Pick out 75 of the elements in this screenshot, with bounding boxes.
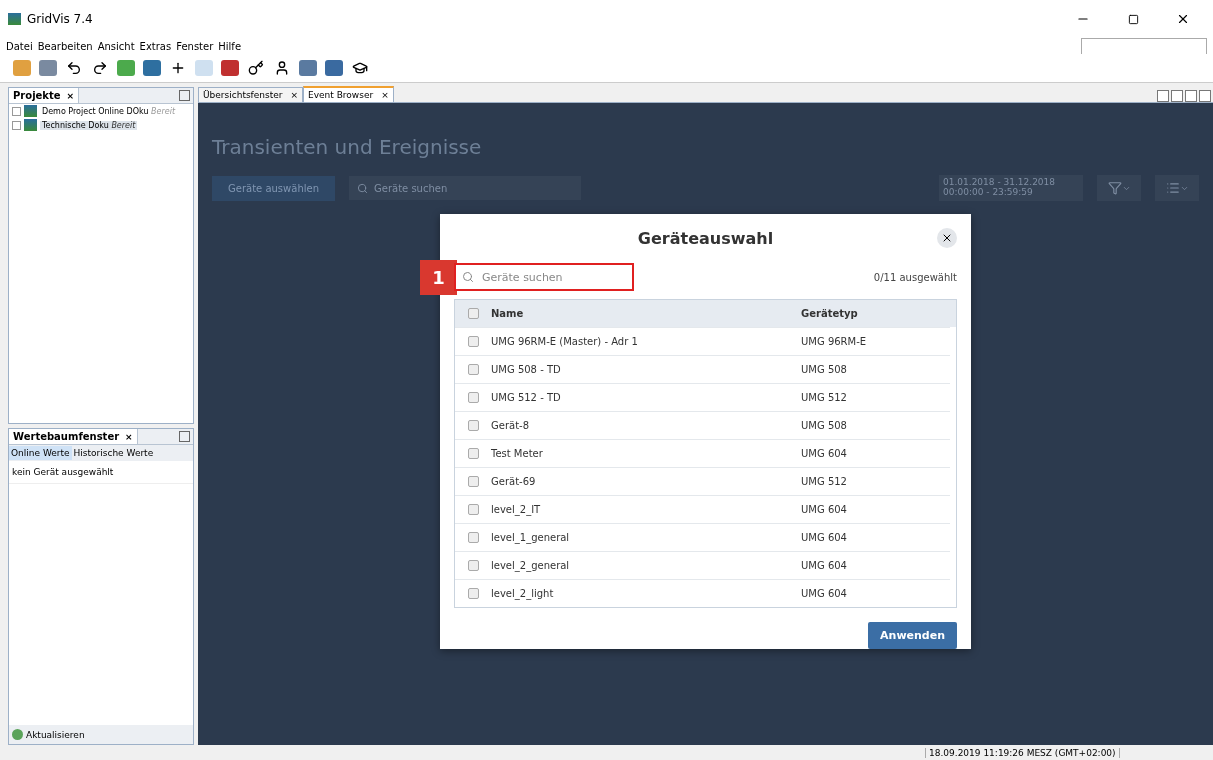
table-cell-text: UMG 604: [801, 532, 848, 543]
table-cell-text: level_2_general: [491, 560, 571, 571]
menu-item[interactable]: Bearbeiten: [37, 40, 93, 52]
table-cell-text: UMG 604: [801, 588, 848, 599]
search-field[interactable]: Geräte suchen: [454, 263, 634, 292]
table-cell-text: UMG 512 - TD: [491, 392, 562, 403]
row-checkbox[interactable]: [467, 392, 479, 403]
selection-count: 0/11 ausgewählt: [873, 271, 957, 283]
time-range: 00:00:00 - 23:59:59: [943, 187, 1034, 197]
menu-item[interactable]: Datei: [6, 40, 33, 52]
table-cell-text: UMG 96RM-E: [801, 336, 868, 347]
select-all-checkbox[interactable]: [467, 308, 479, 319]
row-checkbox[interactable]: [467, 364, 479, 375]
tab[interactable]: Online Werte: [9, 446, 72, 460]
column-header: Gerätetyp: [801, 308, 859, 319]
row-checkbox[interactable]: [467, 448, 479, 459]
window-title: GridVis 7.4: [27, 12, 94, 26]
editor-tab[interactable]: Übersichtsfenster ×: [198, 87, 303, 102]
app-logo-icon: [8, 13, 21, 25]
table-cell-text: level_2_light: [491, 588, 555, 599]
step-callout: 1: [420, 259, 457, 295]
minimize-icon[interactable]: [179, 90, 190, 101]
filter-icon: [1107, 181, 1122, 195]
table-cell-text: level_2_IT: [491, 504, 542, 515]
status-datetime: 18.09.2019 11:19:26 MESZ (GMT+02:00): [925, 747, 1120, 758]
table-cell-text: UMG 604: [801, 504, 848, 515]
apply-button[interactable]: Anwenden: [868, 622, 957, 649]
table-cell-text: UMG 96RM-E (Master) - Adr 1: [491, 336, 639, 347]
table-cell-text: level_1_general: [491, 532, 571, 543]
table-cell-text: Test Meter: [491, 448, 544, 459]
column-header: Name: [491, 308, 525, 319]
menu-item[interactable]: Hilfe: [218, 40, 242, 52]
tab[interactable]: Historische Werte: [71, 446, 156, 460]
search-icon: [462, 271, 474, 284]
table-cell-text: UMG 512: [801, 392, 848, 403]
row-checkbox[interactable]: [467, 560, 479, 571]
editor-tab[interactable]: Event Browser ×: [303, 86, 394, 102]
list-menu-button[interactable]: [1155, 175, 1199, 201]
close-icon: [941, 232, 953, 244]
table-cell-text: UMG 512: [801, 476, 848, 487]
menu-item[interactable]: Extras: [139, 40, 172, 52]
close-icon: [1176, 12, 1190, 26]
menu-item[interactable]: Ansicht: [97, 40, 135, 52]
project-icon: [24, 119, 37, 131]
project-item[interactable]: Demo Project Online DOku Bereit: [40, 106, 178, 116]
panel-tab[interactable]: Wertebaumfenster ×: [9, 429, 138, 444]
date-range: 01.01.2018 - 31.12.2018: [943, 177, 1057, 187]
panel-tab[interactable]: Projekte ×: [9, 88, 80, 103]
project-item[interactable]: Technische Doku Bereit: [40, 120, 138, 130]
table-cell-text: UMG 604: [801, 560, 848, 571]
minimize-icon[interactable]: [179, 431, 190, 442]
list-icon: [1165, 181, 1180, 195]
filter-button[interactable]: [1097, 175, 1141, 201]
row-checkbox[interactable]: [467, 504, 479, 515]
table-cell-text: UMG 508 - TD: [491, 364, 562, 375]
table-cell-text: Gerät-69: [491, 476, 537, 487]
empty-message: kein Gerät ausgewählt: [9, 461, 193, 484]
search-placeholder: Geräte suchen: [374, 182, 448, 194]
table-cell-text: Gerät-8: [491, 420, 531, 431]
row-checkbox[interactable]: [467, 336, 479, 347]
menu-item[interactable]: Fenster: [176, 40, 214, 52]
table-cell-text: UMG 508: [801, 364, 848, 375]
row-checkbox[interactable]: [467, 588, 479, 599]
table-cell-text: UMG 604: [801, 448, 848, 459]
search-icon: [357, 182, 368, 194]
row-checkbox[interactable]: [467, 532, 479, 543]
dialog-title: Geräteauswahl: [637, 228, 774, 248]
row-checkbox[interactable]: [467, 420, 479, 431]
refresh-link[interactable]: Aktualisieren: [26, 729, 85, 740]
project-icon: [24, 105, 37, 117]
close-button[interactable]: [937, 228, 957, 248]
row-checkbox[interactable]: [467, 476, 479, 487]
page-title: Transienten und Ereignisse: [212, 135, 483, 159]
table-cell-text: UMG 508: [801, 420, 848, 431]
key-icon[interactable]: [246, 58, 266, 78]
